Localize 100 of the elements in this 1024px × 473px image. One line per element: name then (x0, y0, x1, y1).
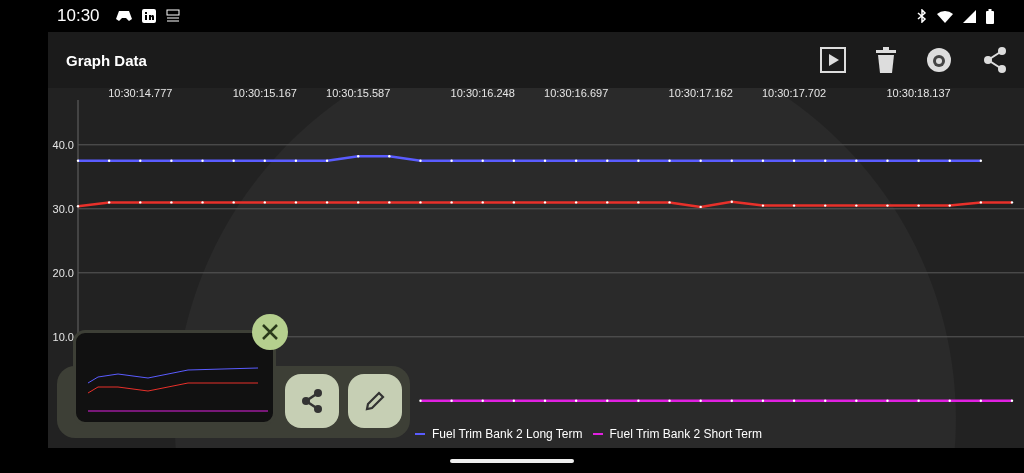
data-point (294, 201, 298, 204)
data-point (730, 200, 733, 203)
data-point (730, 159, 733, 162)
data-point (699, 205, 702, 209)
data-point (761, 399, 765, 402)
data-point (761, 204, 765, 207)
data-point (543, 399, 547, 402)
data-point (543, 201, 547, 204)
y-axis-label: 10.0 (52, 330, 74, 343)
data-point (107, 201, 111, 204)
battery-icon (986, 8, 994, 24)
data-point (761, 159, 765, 162)
gauge-icon[interactable] (926, 47, 952, 73)
data-point (419, 159, 422, 162)
data-point (512, 159, 516, 162)
data-point (388, 201, 391, 204)
data-point (294, 159, 298, 162)
time-axis-label: 10:30:15.587 (326, 88, 391, 99)
data-point (730, 399, 733, 402)
pencil-icon (364, 390, 386, 412)
data-point (1010, 399, 1014, 402)
data-point (886, 399, 889, 402)
time-axis-label: 10:30:17.162 (668, 88, 733, 99)
data-point (699, 159, 702, 162)
legend-label: Fuel Trim Bank 2 Short Term (609, 427, 762, 441)
data-point (574, 159, 578, 162)
home-handle[interactable] (450, 458, 574, 463)
bluetooth-icon (917, 9, 927, 23)
screen-title: Graph Data (66, 51, 147, 69)
wifi-icon (937, 9, 953, 23)
edit-button[interactable] (348, 374, 402, 428)
data-point (855, 399, 858, 402)
share-icon (301, 389, 323, 413)
data-point (855, 159, 858, 162)
play-icon[interactable] (820, 47, 846, 73)
data-point (886, 159, 889, 162)
data-point (948, 204, 951, 207)
time-axis-label: 10:30:16.697 (544, 88, 609, 99)
data-point (232, 201, 235, 204)
data-point (170, 201, 173, 204)
time-axis-label: 10:30:15.167 (232, 88, 297, 99)
close-icon (261, 323, 279, 341)
adapter-icon (165, 9, 180, 23)
data-point (232, 159, 235, 162)
data-point (948, 159, 951, 162)
time-axis-label: 10:30:18.137 (886, 88, 951, 99)
data-point (637, 201, 640, 204)
data-point (139, 159, 142, 162)
data-point (699, 399, 702, 402)
status-time: 10:30 (57, 6, 100, 26)
square-logo-icon (141, 9, 156, 23)
data-point (388, 155, 391, 158)
data-point (855, 204, 858, 207)
legend-label: Fuel Trim Bank 2 Long Term (432, 427, 583, 441)
data-point (76, 159, 80, 162)
data-point (979, 201, 983, 204)
data-point (325, 201, 329, 204)
signal-icon (963, 9, 976, 23)
data-point (606, 159, 609, 162)
y-axis-label: 40.0 (52, 138, 74, 151)
data-point (792, 204, 796, 207)
data-point (606, 399, 609, 402)
data-point (107, 159, 111, 162)
data-point (637, 159, 640, 162)
y-axis-label: 20.0 (52, 266, 74, 279)
data-point (450, 159, 453, 162)
y-axis-label: 30.0 (52, 202, 74, 215)
share-button[interactable] (285, 374, 339, 428)
data-point (481, 399, 484, 402)
data-point (76, 205, 80, 208)
time-axis-label: 10:30:17.702 (761, 88, 827, 99)
data-point (574, 201, 578, 204)
time-axis-label: 10:30:16.248 (450, 88, 515, 99)
data-point (948, 399, 951, 402)
screenshot-thumbnail[interactable] (73, 330, 276, 425)
data-point (481, 159, 484, 162)
data-point (792, 159, 796, 162)
data-point (574, 399, 578, 402)
data-point (263, 159, 266, 162)
data-point (263, 201, 266, 204)
data-point (139, 201, 142, 204)
data-point (325, 159, 329, 162)
trash-icon[interactable] (876, 47, 896, 73)
data-point (792, 399, 796, 402)
data-point (668, 159, 671, 162)
data-point (201, 201, 204, 204)
share-icon[interactable] (982, 47, 1008, 73)
data-point (543, 159, 547, 162)
data-point (201, 159, 204, 162)
data-point (606, 201, 609, 204)
game-controller-icon (115, 9, 132, 23)
data-point (357, 201, 360, 204)
data-point (637, 399, 640, 402)
data-point (1010, 201, 1014, 204)
data-point (419, 399, 422, 402)
data-point (450, 201, 453, 204)
data-point (917, 159, 920, 162)
data-point (824, 159, 827, 162)
data-point (917, 204, 920, 207)
data-point (419, 201, 422, 204)
